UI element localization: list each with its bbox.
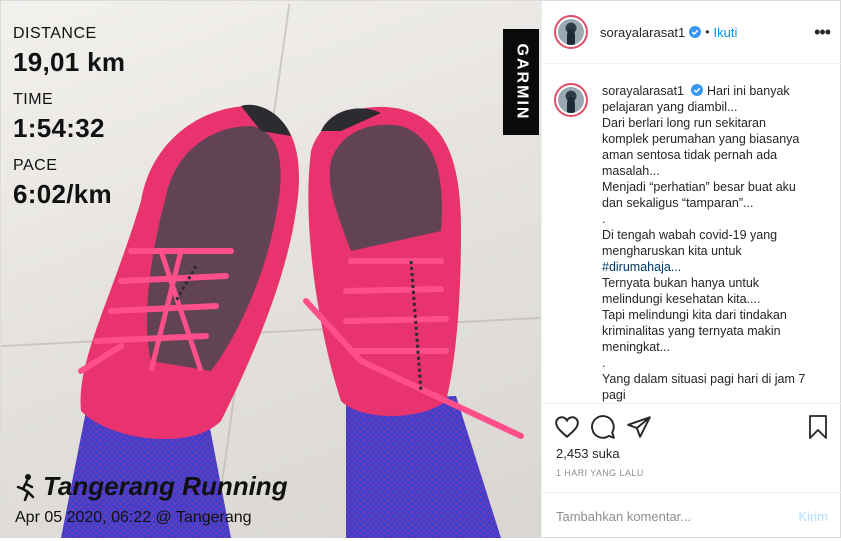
caption-line: Ternyata bukan hanya untuk [602,276,760,290]
garmin-logo: GARMIN [503,29,539,135]
distance-unit: km [87,47,126,77]
time-label: TIME [13,91,54,108]
avatar[interactable] [554,15,588,49]
caption-line: sorayalarasat1 Hari ini banyak [602,83,826,99]
post-side-panel: sorayalarasat1 • Ikuti ••• sorayalarasat… [541,1,841,538]
header-separator: • [705,25,710,39]
caption-line: melindungi kesehatan kita.... [602,292,761,306]
pace-label: PACE [13,157,58,174]
caption-line: pagi [602,388,626,402]
distance-number: 19,01 [13,47,80,77]
activity-title: Tangerang Running [43,471,288,501]
caption-line: mengharuskan kita untuk [602,244,742,258]
caption-text: sorayalarasat1 Hari ini banyak pelajaran… [602,83,826,403]
comment-bubble-icon[interactable] [590,414,616,440]
post-timestamp[interactable]: 1 HARI YANG LALU [556,468,644,478]
caption-line: pelajaran yang diambil... [602,100,738,114]
runner-icon [16,473,35,501]
like-count[interactable]: 2,453 suka [556,446,620,461]
garmin-logo-text: GARMIN [513,43,531,121]
caption-line: meningkat... [602,340,671,354]
activity-date-location: Apr 05 2020, 06:22 @ Tangerang [15,509,252,526]
time-value: 1:54:32 [13,113,105,143]
comment-form: Kirim [542,492,841,540]
caption-line: aman sentosa tidak pernah ada [602,148,778,162]
caption-line: Tapi melindungi kita dari tindakan [602,308,787,322]
caption-line: komplek perumahan yang biasanya [602,132,800,146]
like-heart-icon[interactable] [554,414,580,440]
activity-title-row: Tangerang Running [15,471,288,502]
caption-row: sorayalarasat1 Hari ini banyak pelajaran… [554,83,830,403]
header-username[interactable]: sorayalarasat1 [600,25,685,40]
action-icons [554,414,662,440]
post-comment-button[interactable]: Kirim [798,509,828,524]
distance-value: 19,01 km [13,47,125,78]
save-bookmark-icon[interactable] [806,414,830,440]
caption-scroll-area[interactable]: sorayalarasat1 Hari ini banyak pelajaran… [542,65,841,403]
caption-username[interactable]: sorayalarasat1 [602,84,684,98]
caption-line: Menjadi “perhatian” besar buat aku [602,180,796,194]
verified-badge-icon [691,84,704,96]
caption-line: . [602,356,606,370]
caption-line: kriminalitas yang ternyata makin [602,324,781,338]
caption-line: dan sekaligus “tamparan”... [602,196,754,210]
verified-badge-icon [689,26,702,38]
caption-line-text: Hari ini banyak [706,84,790,98]
instagram-post: DISTANCE 19,01 km TIME 1:54:32 PACE 6:02… [0,0,841,538]
caption-line: Di tengah wabah covid-19 yang [602,228,778,242]
more-options-icon[interactable]: ••• [814,23,831,41]
caption-line: Dari berlari long run sekitaran [602,116,766,130]
follow-button[interactable]: Ikuti [713,25,737,40]
share-paper-plane-icon[interactable] [626,414,652,440]
post-actions: 2,453 suka 1 HARI YANG LALU Kirim [542,403,841,541]
caption-avatar[interactable] [554,83,588,117]
caption-line: masalah... [602,164,660,178]
caption-line: . [602,212,606,226]
caption-line: Yang dalam situasi pagi hari di jam 7 [602,372,806,386]
comment-input[interactable] [556,509,799,524]
hashtag-link[interactable]: #dirumahaja... [602,259,826,275]
running-shoes-illustration [61,104,524,538]
post-photo[interactable]: DISTANCE 19,01 km TIME 1:54:32 PACE 6:02… [1,1,541,538]
distance-label: DISTANCE [13,25,97,42]
post-header: sorayalarasat1 • Ikuti ••• [542,1,841,64]
pace-value: 6:02/km [13,179,112,209]
